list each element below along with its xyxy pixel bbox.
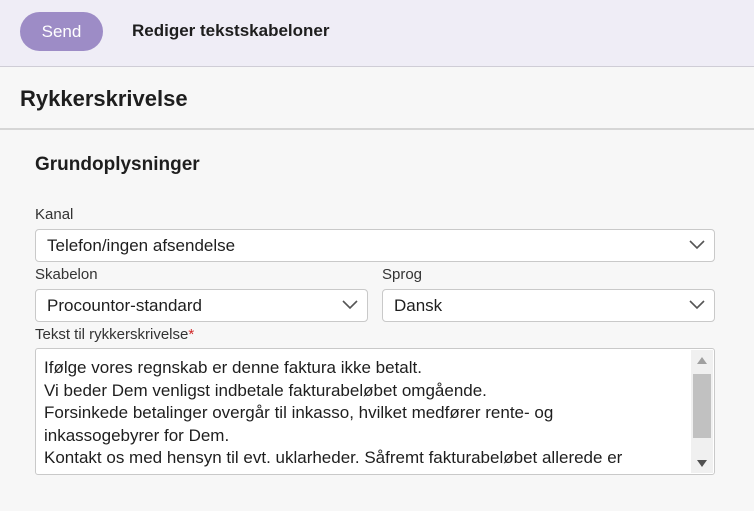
template-label: Skabelon (35, 266, 98, 283)
required-marker: * (188, 326, 195, 343)
scroll-up-arrow-icon[interactable] (691, 350, 713, 370)
scrollbar[interactable] (691, 350, 713, 473)
reminder-text-label-text: Tekst til rykkerskrivelse (35, 326, 189, 343)
reminder-text-line: inkassogebyrer for Dem. (44, 425, 230, 445)
reminder-text-line: Forsinkede betalinger overgår til inkass… (44, 403, 554, 422)
reminder-text-line: Vi beder Dem venligst indbetale fakturab… (44, 380, 487, 400)
send-button[interactable]: Send (20, 12, 103, 51)
chevron-down-icon (689, 300, 705, 310)
toolbar: Send Rediger tekstskabeloner (0, 0, 754, 67)
reminder-text-area[interactable]: Ifølge vores regnskab er denne faktura i… (35, 348, 715, 475)
language-select[interactable]: Dansk (382, 289, 715, 322)
scroll-down-arrow-icon[interactable] (691, 453, 713, 473)
chevron-down-icon (689, 240, 705, 250)
template-select[interactable]: Procountor-standard (35, 289, 368, 322)
channel-select-value: Telefon/ingen afsendelse (47, 235, 236, 255)
template-select-value: Procountor-standard (47, 295, 202, 315)
channel-label: Kanal (35, 206, 74, 223)
scrollbar-thumb[interactable] (693, 374, 711, 438)
channel-select[interactable]: Telefon/ingen afsendelse (35, 229, 715, 262)
edit-text-templates-link[interactable]: Rediger tekstskabeloner (132, 21, 329, 41)
language-label: Sprog (382, 266, 423, 283)
chevron-down-icon (342, 300, 358, 310)
page-title: Rykkerskrivelse (20, 86, 188, 111)
section-title: Grundoplysninger (35, 154, 200, 175)
reminder-text-line: Kontakt os med hensyn til evt. uklarhede… (44, 448, 623, 467)
reminder-text-line: Ifølge vores regnskab er denne faktura i… (44, 358, 422, 377)
page-header: Rykkerskrivelse (0, 68, 754, 130)
reminder-text-line: indbetalt, beder vi Dem venligst se bort… (44, 470, 694, 475)
language-select-value: Dansk (394, 295, 443, 315)
reminder-text-label: Tekst til rykkerskrivelse* (35, 326, 194, 343)
reminder-text-content[interactable]: Ifølge vores regnskab er denne faktura i… (44, 357, 694, 475)
